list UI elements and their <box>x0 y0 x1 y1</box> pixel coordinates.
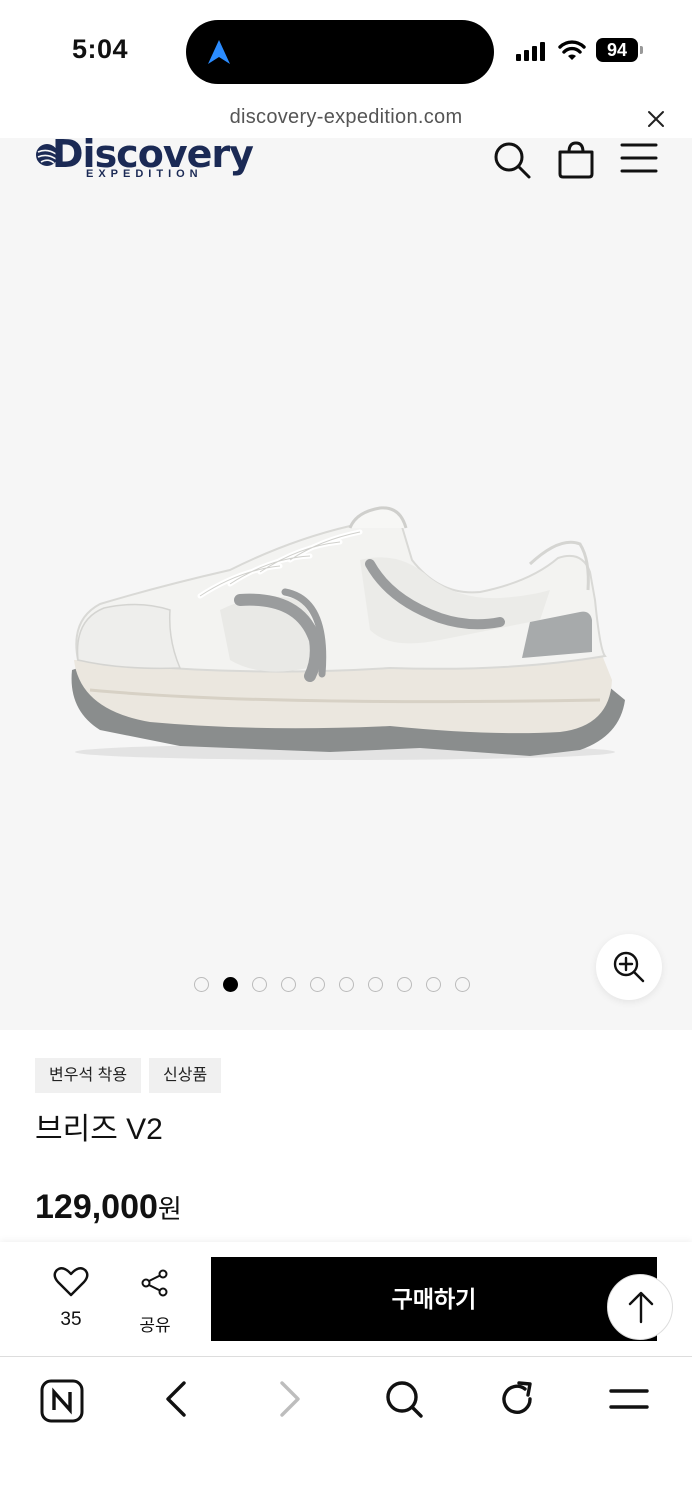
reload-icon[interactable] <box>497 1379 537 1419</box>
gallery-dot[interactable] <box>281 977 296 992</box>
price-value: 129,000 <box>35 1188 158 1226</box>
gallery-dot-active[interactable] <box>223 977 238 992</box>
purchase-bar: 35 공유 구매하기 <box>0 1242 692 1357</box>
zoom-button[interactable] <box>596 934 662 1000</box>
buy-button[interactable]: 구매하기 <box>211 1257 657 1341</box>
gallery-dot[interactable] <box>368 977 383 992</box>
battery-indicator: 94 <box>596 38 638 62</box>
gallery-pagination <box>194 977 470 992</box>
gallery-dot[interactable] <box>426 977 441 992</box>
like-count: 35 <box>60 1309 82 1330</box>
arrow-up-icon <box>628 1291 654 1324</box>
menu-icon[interactable] <box>620 140 658 176</box>
share-label: 공유 <box>139 1316 171 1335</box>
product-image[interactable] <box>60 500 630 770</box>
gallery-dot[interactable] <box>339 977 354 992</box>
gallery-dot[interactable] <box>194 977 209 992</box>
share-icon <box>141 1269 168 1297</box>
battery-tip <box>640 46 643 54</box>
search-icon[interactable] <box>384 1379 424 1419</box>
status-time: 5:04 <box>72 34 129 64</box>
product-tags: 변우석 착용 신상품 <box>35 1058 222 1093</box>
product-title: 브리즈 V2 <box>35 1113 163 1146</box>
search-icon[interactable] <box>492 140 532 180</box>
price-currency: 원 <box>157 1194 182 1224</box>
product-image-gallery[interactable] <box>0 190 692 1030</box>
browser-toolbar <box>0 1357 692 1500</box>
back-icon[interactable] <box>162 1379 190 1419</box>
gallery-dot[interactable] <box>455 977 470 992</box>
gallery-dot[interactable] <box>397 977 412 992</box>
like-button[interactable]: 35 <box>48 1266 94 1331</box>
dynamic-island <box>186 20 494 84</box>
menu-icon[interactable] <box>608 1379 650 1419</box>
cellular-signal-icon <box>516 42 545 61</box>
wifi-icon <box>558 40 586 60</box>
gallery-dot[interactable] <box>310 977 325 992</box>
gallery-dot[interactable] <box>252 977 267 992</box>
url-text[interactable]: discovery-expedition.com <box>0 106 692 129</box>
brand-logo[interactable]: Discovery EXPEDITION <box>34 132 254 182</box>
forward-icon[interactable] <box>276 1379 304 1419</box>
status-bar: 5:04 94 <box>0 0 692 100</box>
product-price: 129,000원 <box>35 1188 182 1227</box>
shopping-bag-icon[interactable] <box>556 140 596 180</box>
naver-home-icon[interactable] <box>40 1379 84 1423</box>
product-tag: 변우석 착용 <box>35 1058 142 1093</box>
brand-subtitle: EXPEDITION <box>86 168 203 180</box>
close-icon[interactable] <box>645 108 667 130</box>
heart-icon <box>53 1267 89 1297</box>
navigation-arrow-icon <box>208 40 230 64</box>
product-tag: 신상품 <box>149 1058 222 1093</box>
site-header: Discovery EXPEDITION <box>0 132 692 190</box>
zoom-in-icon <box>613 951 645 983</box>
share-button[interactable]: 공유 <box>132 1268 178 1336</box>
scroll-top-button[interactable] <box>607 1274 673 1340</box>
